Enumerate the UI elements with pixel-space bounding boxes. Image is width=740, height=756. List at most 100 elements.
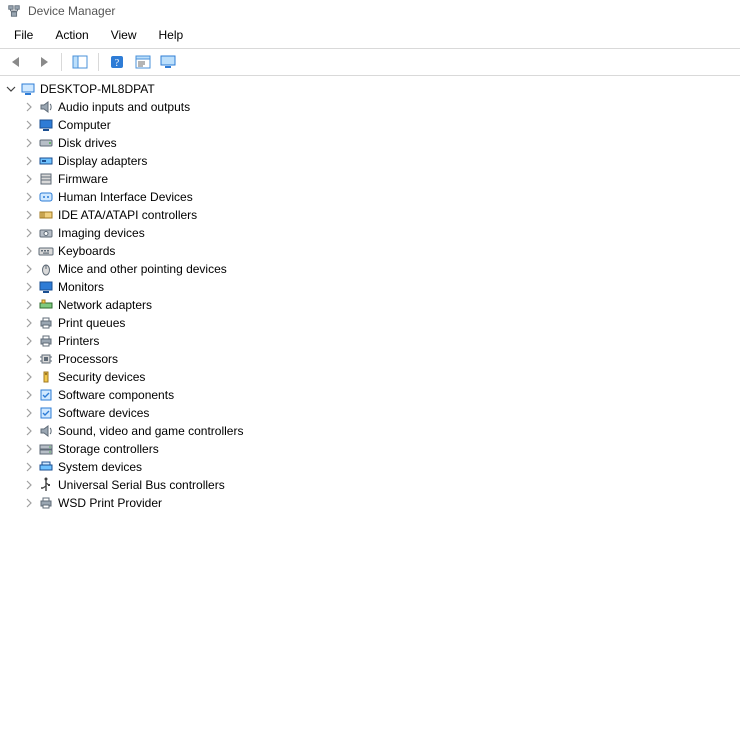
- tree-item[interactable]: Software devices: [2, 404, 738, 422]
- computer-icon: [20, 81, 36, 97]
- menu-view[interactable]: View: [101, 26, 147, 44]
- device-tree[interactable]: DESKTOP-ML8DPAT Audio inputs and outputs…: [0, 76, 740, 756]
- tree-item-label: Human Interface Devices: [58, 190, 193, 204]
- tree-item-label: WSD Print Provider: [58, 496, 162, 510]
- software-icon: [38, 405, 54, 421]
- chevron-down-icon[interactable]: [4, 82, 18, 96]
- tree-item-label: Network adapters: [58, 298, 152, 312]
- chevron-right-icon[interactable]: [22, 424, 36, 438]
- tree-item[interactable]: IDE ATA/ATAPI controllers: [2, 206, 738, 224]
- tree-item[interactable]: Mice and other pointing devices: [2, 260, 738, 278]
- tree-item-label: Computer: [58, 118, 111, 132]
- chevron-right-icon[interactable]: [22, 298, 36, 312]
- menu-action[interactable]: Action: [45, 26, 98, 44]
- tree-item[interactable]: Software components: [2, 386, 738, 404]
- tree-item[interactable]: Firmware: [2, 170, 738, 188]
- chevron-right-icon[interactable]: [22, 136, 36, 150]
- chevron-right-icon[interactable]: [22, 334, 36, 348]
- tree-item[interactable]: Printers: [2, 332, 738, 350]
- tree-item-label: Security devices: [58, 370, 145, 384]
- chevron-right-icon[interactable]: [22, 460, 36, 474]
- tree-item-label: System devices: [58, 460, 142, 474]
- tree-item[interactable]: Human Interface Devices: [2, 188, 738, 206]
- menu-file[interactable]: File: [4, 26, 43, 44]
- chevron-right-icon[interactable]: [22, 190, 36, 204]
- security-icon: [38, 369, 54, 385]
- update-driver-button[interactable]: [158, 51, 180, 73]
- hid-icon: [38, 189, 54, 205]
- printer-icon: [38, 333, 54, 349]
- tree-item-label: Imaging devices: [58, 226, 145, 240]
- chevron-right-icon[interactable]: [22, 100, 36, 114]
- chevron-right-icon[interactable]: [22, 478, 36, 492]
- titlebar: Device Manager: [0, 0, 740, 22]
- tree-item[interactable]: Display adapters: [2, 152, 738, 170]
- tree-item-label: Firmware: [58, 172, 108, 186]
- tree-item-label: Disk drives: [58, 136, 117, 150]
- monitor-icon: [38, 117, 54, 133]
- svg-text:?: ?: [115, 58, 120, 69]
- help-button[interactable]: ?: [106, 51, 128, 73]
- tree-item[interactable]: Keyboards: [2, 242, 738, 260]
- mouse-icon: [38, 261, 54, 277]
- chevron-right-icon[interactable]: [22, 496, 36, 510]
- network-icon: [38, 297, 54, 313]
- firmware-icon: [38, 171, 54, 187]
- tree-item[interactable]: Storage controllers: [2, 440, 738, 458]
- chevron-right-icon[interactable]: [22, 172, 36, 186]
- speaker-icon: [38, 99, 54, 115]
- tree-item[interactable]: Audio inputs and outputs: [2, 98, 738, 116]
- tree-item-label: Monitors: [58, 280, 104, 294]
- chevron-right-icon[interactable]: [22, 280, 36, 294]
- chevron-right-icon[interactable]: [22, 352, 36, 366]
- tree-item[interactable]: Imaging devices: [2, 224, 738, 242]
- tree-item[interactable]: System devices: [2, 458, 738, 476]
- tree-item[interactable]: Sound, video and game controllers: [2, 422, 738, 440]
- chevron-right-icon[interactable]: [22, 370, 36, 384]
- toolbar-separator: [98, 53, 99, 71]
- back-button[interactable]: [6, 51, 28, 73]
- tree-item-label: Software components: [58, 388, 174, 402]
- tree-item[interactable]: Universal Serial Bus controllers: [2, 476, 738, 494]
- tree-item-label: Display adapters: [58, 154, 147, 168]
- chevron-right-icon[interactable]: [22, 226, 36, 240]
- chevron-right-icon[interactable]: [22, 154, 36, 168]
- usb-icon: [38, 477, 54, 493]
- storage-icon: [38, 441, 54, 457]
- chevron-right-icon[interactable]: [22, 316, 36, 330]
- chevron-right-icon[interactable]: [22, 442, 36, 456]
- console-tree-button[interactable]: [69, 51, 91, 73]
- tree-item[interactable]: WSD Print Provider: [2, 494, 738, 512]
- tree-item[interactable]: Network adapters: [2, 296, 738, 314]
- tree-item[interactable]: Print queues: [2, 314, 738, 332]
- printer-icon: [38, 495, 54, 511]
- tree-item-label: Keyboards: [58, 244, 115, 258]
- display-adapter-icon: [38, 153, 54, 169]
- properties-button[interactable]: [132, 51, 154, 73]
- chevron-right-icon[interactable]: [22, 388, 36, 402]
- tree-item[interactable]: Monitors: [2, 278, 738, 296]
- tree-item-label: Sound, video and game controllers: [58, 424, 243, 438]
- chevron-right-icon[interactable]: [22, 118, 36, 132]
- system-icon: [38, 459, 54, 475]
- keyboard-icon: [38, 243, 54, 259]
- chevron-right-icon[interactable]: [22, 244, 36, 258]
- forward-button[interactable]: [32, 51, 54, 73]
- tree-item[interactable]: Disk drives: [2, 134, 738, 152]
- tree-item-label: Printers: [58, 334, 99, 348]
- tree-root-label: DESKTOP-ML8DPAT: [40, 82, 155, 96]
- chevron-right-icon[interactable]: [22, 406, 36, 420]
- tree-item-label: Audio inputs and outputs: [58, 100, 190, 114]
- tree-item-label: Universal Serial Bus controllers: [58, 478, 225, 492]
- tree-item[interactable]: Security devices: [2, 368, 738, 386]
- chevron-right-icon[interactable]: [22, 262, 36, 276]
- chevron-right-icon[interactable]: [22, 208, 36, 222]
- tree-item-label: Mice and other pointing devices: [58, 262, 227, 276]
- tree-item[interactable]: Computer: [2, 116, 738, 134]
- tree-item[interactable]: Processors: [2, 350, 738, 368]
- tree-item-label: IDE ATA/ATAPI controllers: [58, 208, 197, 222]
- menubar: File Action View Help: [0, 22, 740, 48]
- tree-root[interactable]: DESKTOP-ML8DPAT: [2, 80, 738, 98]
- menu-help[interactable]: Help: [149, 26, 194, 44]
- device-manager-icon: [6, 3, 22, 19]
